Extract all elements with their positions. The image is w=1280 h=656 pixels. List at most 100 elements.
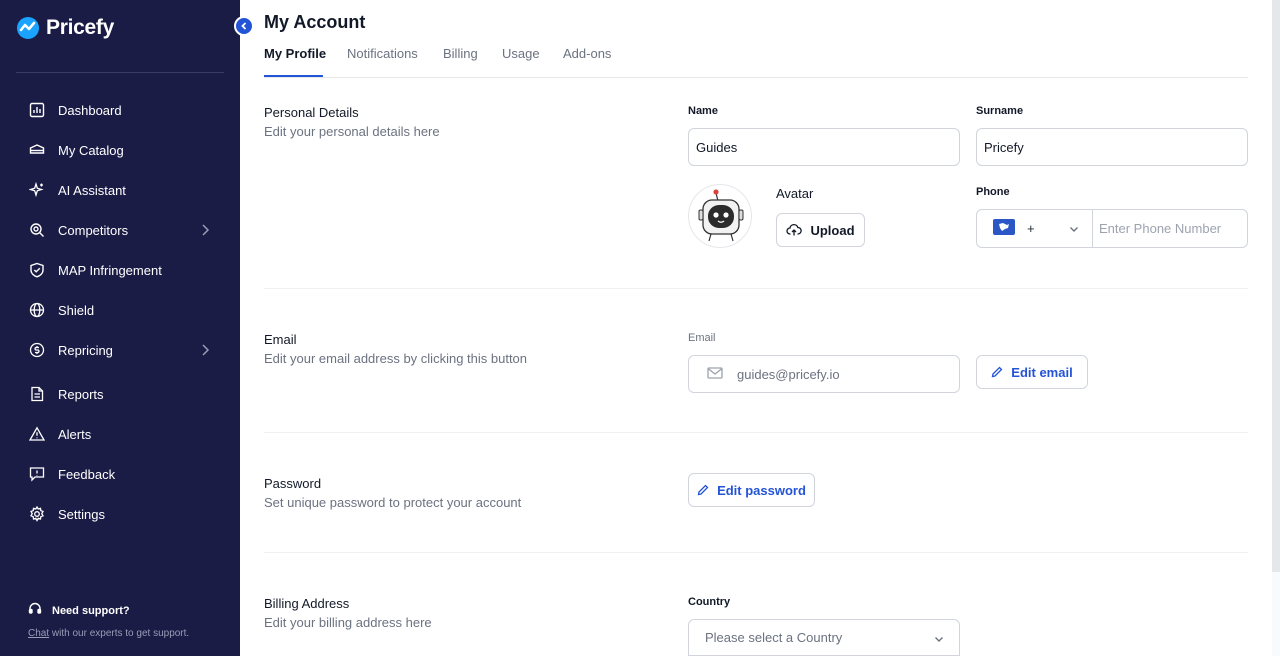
- sidebar-item-my-catalog[interactable]: My Catalog: [16, 130, 224, 170]
- password-section-subtitle: Set unique password to protect your acco…: [264, 495, 522, 510]
- section-divider: [264, 432, 1248, 433]
- search-competitor-icon: [28, 221, 46, 239]
- mail-icon: [707, 366, 723, 382]
- sparkle-icon: [28, 181, 46, 199]
- flag-icon: [993, 219, 1015, 238]
- sidebar-item-reports[interactable]: Reports: [16, 374, 224, 414]
- collapse-sidebar-button[interactable]: [234, 16, 254, 36]
- country-label: Country: [688, 596, 731, 608]
- name-input[interactable]: Guides: [688, 128, 960, 166]
- email-value: guides@pricefy.io: [737, 366, 840, 382]
- alert-icon: [28, 425, 46, 443]
- brand-name: Pricefy: [46, 16, 114, 39]
- chevron-down-icon: [1068, 223, 1080, 238]
- country-select[interactable]: Please select a Country: [688, 619, 960, 656]
- sidebar-item-label: Repricing: [58, 342, 113, 358]
- tab-notifications[interactable]: Notifications: [347, 46, 418, 77]
- repricing-icon: [28, 341, 46, 359]
- sidebar-item-feedback[interactable]: Feedback: [16, 454, 224, 494]
- support-description: with our experts to get support.: [49, 628, 190, 639]
- billing-section-title: Billing Address: [264, 596, 350, 611]
- sidebar-item-label: Shield: [58, 302, 95, 318]
- brand-logo[interactable]: Pricefy: [16, 14, 114, 42]
- phone-field: + Enter Phone Number: [976, 209, 1248, 248]
- sidebar-item-label: AI Assistant: [58, 182, 126, 198]
- pencil-icon: [697, 484, 709, 496]
- sidebar-item-alerts[interactable]: Alerts: [16, 414, 224, 454]
- catalog-icon: [28, 141, 46, 159]
- upload-label: Upload: [810, 222, 855, 238]
- pricefy-logo-icon: [17, 17, 39, 39]
- section-divider: [264, 288, 1248, 289]
- globe-icon: [28, 301, 46, 319]
- edit-email-button[interactable]: Edit email: [976, 355, 1088, 389]
- sidebar-item-ai-assistant[interactable]: AI Assistant: [16, 170, 224, 210]
- email-label: Email: [688, 332, 716, 344]
- support-text: Chat with our experts to get support.: [28, 628, 189, 639]
- password-section-title: Password: [264, 476, 322, 491]
- phone-number-input[interactable]: Enter Phone Number: [1093, 210, 1247, 247]
- sidebar-item-label: Settings: [58, 506, 105, 522]
- chevron-right-icon: [200, 223, 210, 240]
- email-input: guides@pricefy.io: [688, 355, 960, 393]
- sidebar-item-map-infringement[interactable]: MAP Infringement: [16, 250, 224, 290]
- shield-check-icon: [28, 261, 46, 279]
- country-placeholder: Please select a Country: [705, 630, 843, 645]
- section-divider: [264, 552, 1248, 553]
- feedback-icon: [28, 465, 46, 483]
- chat-link[interactable]: Chat: [28, 628, 49, 639]
- sidebar-item-label: Alerts: [58, 426, 92, 442]
- pencil-icon: [991, 366, 1003, 378]
- name-label: Name: [688, 105, 718, 117]
- tab-billing[interactable]: Billing: [443, 46, 478, 77]
- report-icon: [28, 385, 46, 403]
- sidebar: Pricefy Dashboard My Catalog AI Assistan…: [0, 0, 240, 656]
- tab-usage[interactable]: Usage: [502, 46, 540, 77]
- cloud-upload-icon: [786, 223, 803, 236]
- support-panel: Need support? Chat with our experts to g…: [28, 602, 189, 639]
- avatar-label: Avatar: [776, 186, 814, 201]
- email-section-subtitle: Edit your email address by clicking this…: [264, 351, 528, 366]
- chevron-right-icon: [200, 343, 210, 360]
- country-code-select[interactable]: +: [977, 210, 1093, 247]
- active-tab-indicator: [264, 75, 323, 77]
- sidebar-item-settings[interactable]: Settings: [16, 494, 224, 534]
- sidebar-item-repricing[interactable]: Repricing: [16, 330, 224, 370]
- billing-section-subtitle: Edit your billing address here: [264, 615, 432, 630]
- sidebar-item-dashboard[interactable]: Dashboard: [16, 90, 224, 130]
- support-title: Need support?: [28, 602, 189, 619]
- sidebar-divider: [16, 72, 224, 73]
- account-tabs: My Profile Notifications Billing Usage A…: [264, 46, 1248, 78]
- robot-avatar-icon: [698, 189, 744, 242]
- chevron-left-icon: [241, 22, 247, 30]
- personal-details-subtitle: Edit your personal details here: [264, 124, 440, 139]
- scrollbar-thumb[interactable]: [1272, 0, 1280, 572]
- sidebar-item-label: Reports: [58, 386, 104, 402]
- edit-email-label: Edit email: [1011, 364, 1073, 380]
- email-section-title: Email: [264, 332, 297, 347]
- sidebar-item-competitors[interactable]: Competitors: [16, 210, 224, 250]
- sidebar-item-label: My Catalog: [58, 142, 124, 158]
- country-code: +: [1027, 221, 1035, 236]
- sidebar-item-label: Dashboard: [58, 102, 122, 118]
- gear-icon: [28, 505, 46, 523]
- tab-add-ons[interactable]: Add-ons: [563, 46, 611, 77]
- personal-details-title: Personal Details: [264, 105, 359, 120]
- page-title: My Account: [264, 12, 366, 32]
- chart-icon: [28, 101, 46, 119]
- sidebar-item-label: MAP Infringement: [58, 262, 162, 278]
- upload-avatar-button[interactable]: Upload: [776, 213, 865, 247]
- avatar: [688, 184, 752, 248]
- sidebar-item-label: Competitors: [58, 222, 129, 238]
- sidebar-item-shield[interactable]: Shield: [16, 290, 224, 330]
- surname-label: Surname: [976, 105, 1024, 117]
- edit-password-label: Edit password: [717, 482, 806, 498]
- tab-my-profile[interactable]: My Profile: [264, 46, 326, 77]
- edit-password-button[interactable]: Edit password: [688, 473, 815, 507]
- support-title-text: Need support?: [52, 604, 130, 617]
- headset-icon: [28, 602, 42, 619]
- phone-label: Phone: [976, 186, 1010, 198]
- sidebar-item-label: Feedback: [58, 466, 116, 482]
- chevron-down-icon: [933, 633, 945, 648]
- surname-input[interactable]: Pricefy: [976, 128, 1248, 166]
